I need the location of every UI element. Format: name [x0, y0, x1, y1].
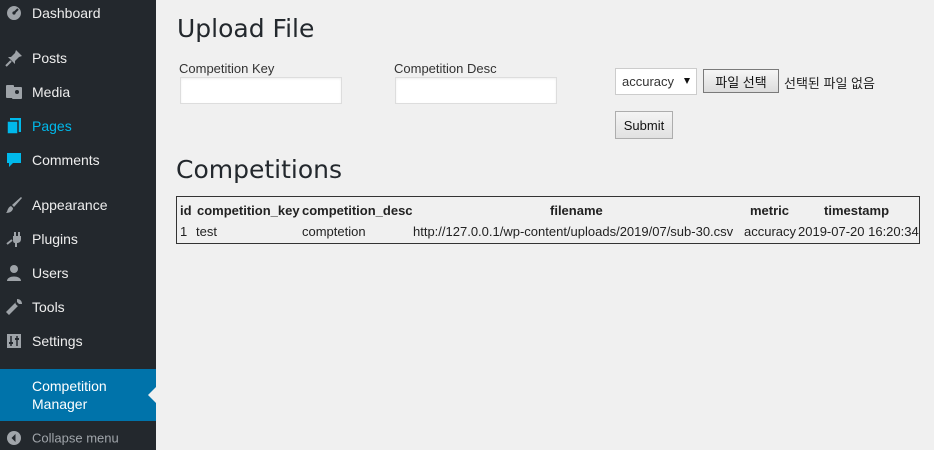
- table-cell-filename: http://127.0.0.1/wp-content/uploads/2019…: [413, 224, 734, 239]
- column-header-competition-key: competition_key: [197, 203, 300, 218]
- competition-desc-input[interactable]: [395, 77, 557, 104]
- table-cell-competition-desc: comptetion: [302, 224, 366, 239]
- competition-key-label: Competition Key: [179, 61, 275, 76]
- pages-icon: [4, 116, 24, 136]
- user-icon: [4, 263, 24, 283]
- active-menu-arrow: [148, 387, 156, 403]
- menu-tools[interactable]: Tools: [0, 290, 156, 324]
- competitions-table: id competition_key competition_desc file…: [176, 196, 920, 244]
- menu-users-label: Users: [32, 265, 69, 281]
- table-cell-metric: accuracy: [744, 224, 797, 239]
- menu-comments-label: Comments: [32, 152, 100, 168]
- column-header-timestamp: timestamp: [824, 203, 890, 218]
- file-status-text: 선택된 파일 없음: [784, 76, 875, 91]
- competition-key-input[interactable]: [180, 77, 342, 104]
- upload-title: Upload File: [177, 14, 315, 43]
- settings-sliders-icon: [4, 331, 24, 351]
- menu-dashboard[interactable]: Dashboard: [0, 0, 156, 30]
- competitions-title: Competitions: [176, 155, 343, 184]
- menu-plugins[interactable]: Plugins: [0, 222, 156, 256]
- menu-posts-label: Posts: [32, 50, 68, 66]
- menu-posts[interactable]: Posts: [0, 41, 156, 75]
- dashboard-icon: [4, 3, 24, 23]
- collapse-menu-label: Collapse menu: [32, 430, 119, 446]
- paintbrush-icon: [4, 195, 24, 215]
- menu-competition-manager-label: Competition Manager: [32, 378, 107, 412]
- menu-settings-label: Settings: [32, 333, 83, 349]
- collapse-arrow-icon: [4, 428, 24, 448]
- table-cell-competition-key: test: [196, 224, 217, 239]
- dropdown-caret-icon: [684, 78, 690, 84]
- admin-sidebar: Dashboard Posts Media Pages Comments App…: [0, 0, 156, 450]
- menu-comments[interactable]: Comments: [0, 143, 156, 177]
- column-header-id: id: [180, 203, 192, 218]
- menu-settings[interactable]: Settings: [0, 324, 156, 358]
- choose-file-button[interactable]: 파일 선택: [703, 69, 779, 93]
- metric-select[interactable]: accuracy: [615, 68, 697, 95]
- menu-appearance[interactable]: Appearance: [0, 188, 156, 222]
- menu-pages[interactable]: Pages: [0, 109, 156, 143]
- table-cell-timestamp: 2019-07-20 16:20:34: [798, 224, 919, 239]
- menu-appearance-label: Appearance: [32, 197, 108, 213]
- plug-icon: [4, 229, 24, 249]
- menu-dashboard-label: Dashboard: [32, 5, 101, 21]
- menu-media-label: Media: [32, 84, 71, 100]
- media-icon: [4, 82, 24, 102]
- menu-tools-label: Tools: [32, 299, 65, 315]
- cut-off-text-fragment: [200, 0, 390, 3]
- wrench-icon: [4, 297, 24, 317]
- menu-competition-manager[interactable]: Competition Manager: [0, 369, 156, 421]
- table-cell-id: 1: [180, 224, 188, 239]
- menu-pages-label: Pages: [32, 118, 72, 134]
- submit-button[interactable]: Submit: [615, 111, 673, 139]
- menu-users[interactable]: Users: [0, 256, 156, 290]
- column-header-metric: metric: [750, 203, 790, 218]
- comment-icon: [4, 150, 24, 170]
- pushpin-icon: [4, 48, 24, 68]
- menu-media[interactable]: Media: [0, 75, 156, 109]
- competition-desc-label: Competition Desc: [394, 61, 497, 76]
- metric-select-value: accuracy: [622, 74, 675, 89]
- column-header-filename: filename: [550, 203, 603, 218]
- menu-plugins-label: Plugins: [32, 231, 78, 247]
- collapse-menu-button[interactable]: Collapse menu: [0, 421, 156, 450]
- column-header-competition-desc: competition_desc: [302, 203, 413, 218]
